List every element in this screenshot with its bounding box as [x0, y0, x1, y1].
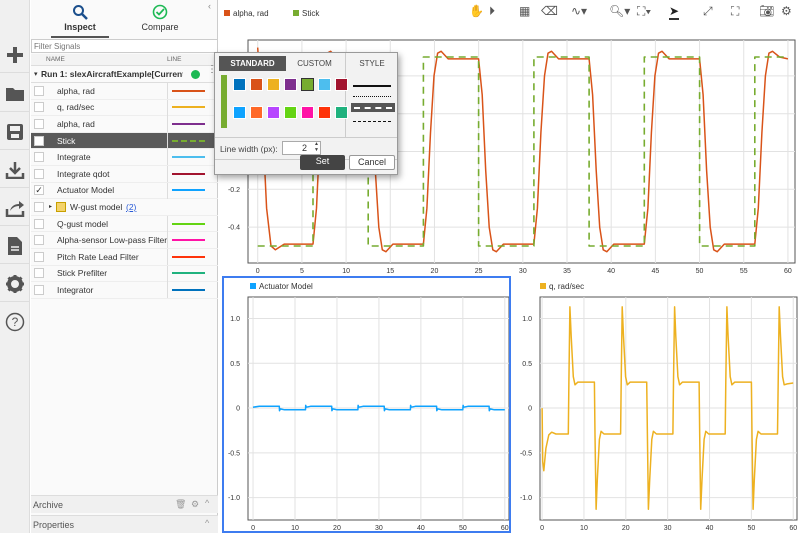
x-tick-label: 40 [607, 268, 615, 275]
legend-swatch [224, 10, 230, 16]
style-dotted[interactable] [353, 96, 391, 97]
x-tick-label: 50 [459, 525, 467, 532]
style-dashed-selected[interactable] [351, 103, 395, 112]
line-width-value[interactable]: 2 [302, 143, 307, 153]
x-tick-label: 10 [580, 525, 588, 532]
cancel-button[interactable]: Cancel [349, 155, 395, 170]
x-tick-label: 40 [417, 525, 425, 532]
x-tick-label: 15 [386, 268, 394, 275]
x-tick-label: 50 [696, 268, 704, 275]
y-tick-label: -0.4 [228, 225, 240, 232]
legend-label: q, rad/sec [549, 282, 584, 291]
legend-label: alpha, rad [233, 9, 269, 18]
line-width-spinner[interactable]: 2 ▲ ▼ [282, 141, 321, 155]
color-swatch[interactable] [267, 78, 280, 91]
x-tick-label: 60 [789, 525, 797, 532]
current-color-preview [221, 75, 227, 128]
color-swatch[interactable] [301, 106, 314, 119]
style-solid[interactable] [353, 85, 391, 87]
legend-swatch [250, 283, 256, 289]
color-swatch[interactable] [233, 78, 246, 91]
line-width-label: Line width (px): [220, 144, 278, 154]
x-tick-label: 30 [519, 268, 527, 275]
legend-swatch [293, 10, 299, 16]
y-tick-label: 0.5 [230, 361, 240, 368]
color-swatch[interactable] [284, 78, 297, 91]
spinner-arrows-icon[interactable]: ▲ ▼ [314, 141, 319, 153]
y-tick-label: -1.0 [228, 495, 240, 502]
x-tick-label: 20 [431, 268, 439, 275]
x-tick-label: 0 [251, 525, 255, 532]
legend-label: Actuator Model [259, 282, 313, 291]
color-swatch[interactable] [233, 106, 246, 119]
tab-custom[interactable]: CUSTOM [286, 56, 343, 71]
y-tick-label: -0.2 [228, 187, 240, 194]
y-tick-label: 1.0 [230, 316, 240, 323]
x-tick-label: 20 [622, 525, 630, 532]
color-swatch[interactable] [250, 78, 263, 91]
x-tick-label: 30 [375, 525, 383, 532]
x-tick-label: 45 [651, 268, 659, 275]
color-swatch[interactable] [318, 78, 331, 91]
y-tick-label: 0 [528, 406, 532, 413]
y-tick-label: -0.5 [228, 450, 240, 457]
color-swatch[interactable] [250, 106, 263, 119]
x-tick-label: 60 [501, 525, 509, 532]
tab-standard[interactable]: STANDARD [219, 56, 286, 71]
x-tick-label: 35 [563, 268, 571, 275]
color-swatch[interactable] [318, 106, 331, 119]
color-swatch[interactable] [335, 78, 348, 91]
plots-area: 051015202530354045505560-0.4-0.200.20.4a… [224, 9, 798, 532]
legend-label: Stick [302, 9, 320, 18]
color-swatch[interactable] [335, 106, 348, 119]
y-tick-label: 1.0 [522, 316, 532, 323]
color-swatch[interactable] [284, 106, 297, 119]
line-style-popup: STANDARD CUSTOM STYLE Line width (px): 2… [214, 52, 398, 175]
tab-style[interactable]: STYLE [347, 56, 397, 71]
y-tick-label: 0.5 [522, 361, 532, 368]
color-swatch[interactable] [267, 106, 280, 119]
x-tick-label: 55 [740, 268, 748, 275]
x-tick-label: 40 [706, 525, 714, 532]
y-tick-label: -0.5 [520, 450, 532, 457]
x-tick-label: 10 [291, 525, 299, 532]
x-tick-label: 0 [540, 525, 544, 532]
color-swatch[interactable] [301, 78, 314, 91]
y-tick-label: -1.0 [520, 495, 532, 502]
x-tick-label: 30 [664, 525, 672, 532]
x-tick-label: 5 [300, 268, 304, 275]
x-tick-label: 50 [747, 525, 755, 532]
x-tick-label: 10 [342, 268, 350, 275]
y-tick-label: 0 [236, 406, 240, 413]
x-tick-label: 25 [475, 268, 483, 275]
legend-swatch [540, 283, 546, 289]
style-dash-dot[interactable] [353, 121, 391, 122]
x-tick-label: 0 [256, 268, 260, 275]
x-tick-label: 60 [784, 268, 792, 275]
set-button[interactable]: Set [300, 155, 345, 170]
x-tick-label: 20 [333, 525, 341, 532]
